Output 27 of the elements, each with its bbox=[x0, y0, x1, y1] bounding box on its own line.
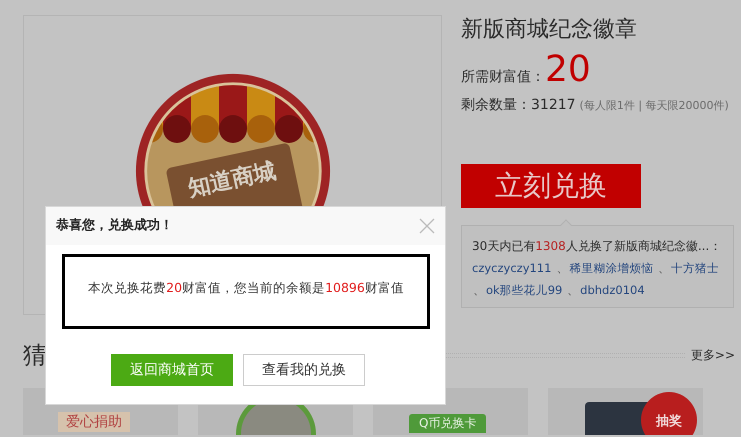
redeem-button[interactable]: 立刻兑换 bbox=[461, 164, 641, 208]
product-title: 新版商城纪念徽章 bbox=[461, 16, 638, 44]
stock-value: 31217 bbox=[531, 96, 576, 115]
separator-mark: 、 bbox=[658, 261, 670, 275]
card-tag: 爱心捐助 bbox=[58, 412, 130, 432]
separator-mark: 、 bbox=[567, 283, 580, 297]
section-heading: 猜 bbox=[23, 340, 47, 371]
user-link[interactable]: 稀里糊涂增烦恼 bbox=[569, 261, 654, 275]
dialog-message: 本次兑换花费20财富值，您当前的余额是 10896财富值 bbox=[88, 279, 404, 298]
home-button[interactable]: 返回商城首页 bbox=[111, 354, 233, 386]
close-icon[interactable] bbox=[419, 218, 435, 234]
stock-label: 剩余数量： bbox=[461, 96, 531, 115]
product-card[interactable]: 抽奖 bbox=[548, 388, 703, 435]
separator-mark: 、 bbox=[473, 283, 485, 297]
user-link[interactable]: czyczyczy111 bbox=[472, 261, 552, 275]
user-link[interactable]: ok那些花儿99 bbox=[486, 283, 562, 297]
my-exchanges-button[interactable]: 查看我的兑换 bbox=[243, 354, 365, 386]
user-link[interactable]: dbhdz0104 bbox=[580, 283, 645, 297]
card-tag: Q币兑换卡 bbox=[409, 414, 486, 433]
separator-mark: 、 bbox=[556, 261, 568, 275]
limit-note: (每人限1件 | 每天限20000件) bbox=[580, 98, 729, 114]
user-link[interactable]: 十方猪士 bbox=[671, 261, 720, 275]
more-link[interactable]: 更多>> bbox=[690, 346, 735, 364]
price-label: 所需财富值： bbox=[461, 68, 545, 87]
lottery-badge: 抽奖 bbox=[641, 392, 697, 435]
recent-count-text: 30天内已有1308人兑换了新版商城纪念徽...： bbox=[472, 239, 722, 253]
price-value: 20 bbox=[545, 51, 591, 89]
